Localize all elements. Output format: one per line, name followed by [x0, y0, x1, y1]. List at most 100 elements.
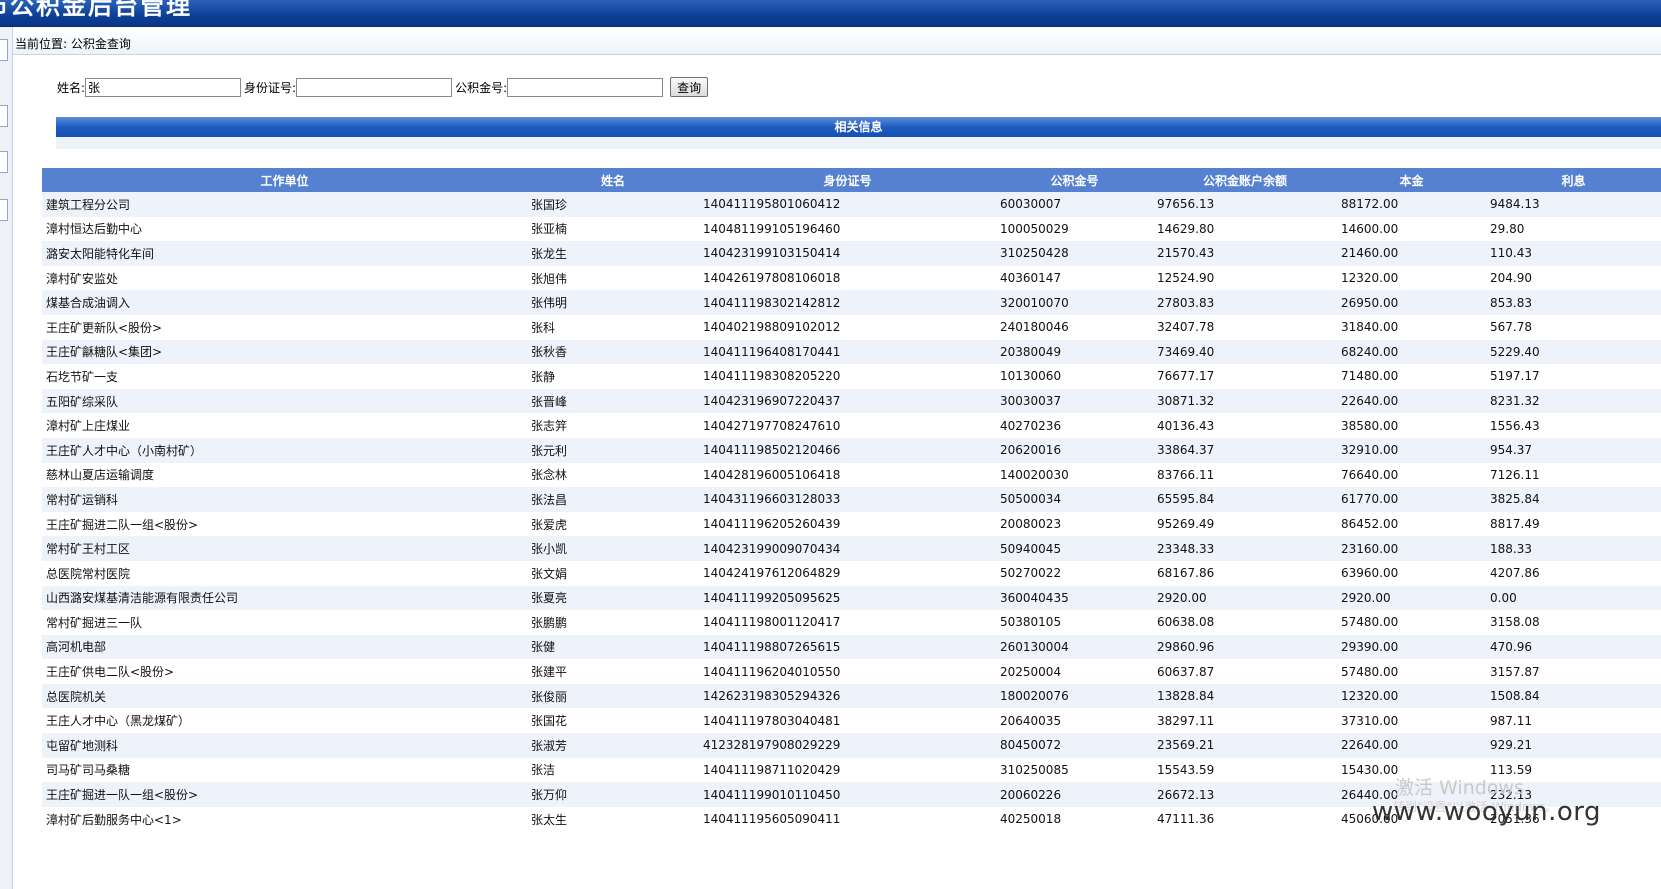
cell-fund-number: 40250018 [996, 806, 1153, 832]
cell-fund-number: 30030037 [996, 388, 1153, 414]
left-frame-tab[interactable] [0, 199, 8, 221]
cell-balance: 33864.37 [1153, 437, 1337, 463]
cell-employer: 王庄矿更新队<股份> [42, 314, 527, 340]
info-section-body [56, 137, 1661, 149]
cell-balance: 83766.11 [1153, 462, 1337, 488]
cell-employer: 王庄矿掘进二队一组<股份> [42, 511, 527, 537]
breadcrumb: 当前位置: 公积金查询 [15, 37, 131, 51]
left-frame-strip [0, 27, 13, 889]
cell-principal: 26950.00 [1337, 290, 1486, 315]
table-row: 常村矿掘进三一队 张鹏鹏 140411198001120417 50380105 606… [42, 610, 1661, 635]
cell-fund-number: 20380049 [996, 339, 1153, 365]
cell-employer: 王庄矿掘进一队一组<股份> [42, 782, 527, 807]
cell-interest: 3158.08 [1486, 610, 1661, 635]
table-row: 山西潞安煤基清洁能源有限责任公司 张夏亮 140411199205095625 360… [42, 585, 1661, 611]
cell-balance: 2920.00 [1153, 585, 1337, 611]
app-header: 市公积金后台管理 [0, 0, 1661, 27]
left-frame-tab[interactable] [0, 105, 8, 127]
cell-balance: 15543.59 [1153, 757, 1337, 783]
cell-id-number: 140411198308205220 [699, 364, 996, 389]
cell-id-number: 140402198809102012 [699, 314, 996, 340]
cell-balance: 21570.43 [1153, 241, 1337, 266]
fund-number-input[interactable] [507, 77, 664, 97]
cell-employer: 王庄人才中心（黑龙煤矿） [42, 708, 527, 734]
cell-employer: 屯留矿地测科 [42, 733, 527, 758]
cell-name: 张志笄 [527, 413, 699, 438]
cell-principal: 12320.00 [1337, 683, 1486, 709]
table-row: 王庄矿龢糖队<集团> 张秋香 140411196408170441 20380049 7… [42, 339, 1661, 365]
cell-fund-number: 310250085 [996, 757, 1153, 783]
cell-name: 张万仰 [527, 782, 699, 807]
cell-interest: 3157.87 [1486, 659, 1661, 684]
cell-interest: 188.33 [1486, 536, 1661, 561]
cell-employer: 山西潞安煤基清洁能源有限责任公司 [42, 585, 527, 611]
cell-id-number: 140424197612064829 [699, 560, 996, 586]
id-number-label: 身份证号: [244, 80, 297, 95]
cell-balance: 40136.43 [1153, 413, 1337, 438]
cell-interest: 7126.11 [1486, 462, 1661, 488]
cell-name: 张太生 [527, 806, 699, 832]
cell-interest: 954.37 [1486, 437, 1661, 463]
cell-employer: 漳村矿上庄煤业 [42, 413, 527, 438]
cell-name: 张建平 [527, 659, 699, 684]
cell-balance: 47111.36 [1153, 806, 1337, 832]
cell-employer: 高河机电部 [42, 634, 527, 660]
cell-balance: 60638.08 [1153, 610, 1337, 635]
id-number-input[interactable] [296, 77, 453, 97]
cell-fund-number: 20060226 [996, 782, 1153, 807]
cell-fund-number: 100050029 [996, 216, 1153, 242]
cell-id-number: 140411196204010550 [699, 659, 996, 684]
cell-name: 张晋峰 [527, 388, 699, 414]
cell-interest: 1556.43 [1486, 413, 1661, 438]
cell-balance: 23348.33 [1153, 536, 1337, 561]
col-header-employer: 工作单位 [42, 168, 527, 192]
table-row: 总医院常村医院 张文娟 140424197612064829 50270022 6816… [42, 560, 1661, 586]
cell-balance: 68167.86 [1153, 560, 1337, 586]
left-frame-tab[interactable] [0, 39, 8, 61]
cell-name: 张国珍 [527, 192, 699, 217]
cell-name: 张健 [527, 634, 699, 660]
table-row: 常村矿王村工区 张小凯 140423199009070434 50940045 2334… [42, 536, 1661, 561]
cell-employer: 总医院机关 [42, 683, 527, 709]
site-watermark: www.wooyun.org [1372, 797, 1602, 827]
cell-principal: 76640.00 [1337, 462, 1486, 488]
table-row: 慈林山夏店运输调度 张念林 140428196005106418 140020030 8… [42, 462, 1661, 488]
cell-name: 张静 [527, 364, 699, 389]
cell-interest: 1508.84 [1486, 683, 1661, 709]
cell-id-number: 140428196005106418 [699, 462, 996, 488]
info-section-header: 相关信息 [56, 117, 1661, 137]
cell-name: 张国花 [527, 708, 699, 734]
cell-principal: 63960.00 [1337, 560, 1486, 586]
left-frame-tab[interactable] [0, 151, 8, 173]
table-row: 王庄人才中心（黑龙煤矿） 张国花 140411197803040481 2064003… [42, 708, 1661, 734]
cell-name: 张小凯 [527, 536, 699, 561]
cell-fund-number: 40360147 [996, 265, 1153, 291]
cell-fund-number: 80450072 [996, 733, 1153, 758]
table-row: 潞安太阳能特化车间 张龙生 140423199103150414 310250428 2… [42, 241, 1661, 266]
cell-id-number: 140431196603128033 [699, 487, 996, 512]
name-input[interactable] [85, 77, 242, 97]
cell-employer: 五阳矿综采队 [42, 388, 527, 414]
cell-interest: 8231.32 [1486, 388, 1661, 414]
table-row: 石圪节矿一支 张静 140411198308205220 10130060 76677.… [42, 364, 1661, 389]
cell-interest: 853.83 [1486, 290, 1661, 315]
app-title: 市公积金后台管理 [0, 0, 192, 20]
cell-interest: 5197.17 [1486, 364, 1661, 389]
cell-employer: 司马矿司马桑糖 [42, 757, 527, 783]
col-header-name: 姓名 [527, 168, 699, 192]
cell-employer: 漳村恒达后勤中心 [42, 216, 527, 242]
cell-employer: 慈林山夏店运输调度 [42, 462, 527, 488]
cell-interest: 204.90 [1486, 265, 1661, 291]
cell-fund-number: 40270236 [996, 413, 1153, 438]
cell-employer: 漳村矿安监处 [42, 265, 527, 291]
cell-id-number: 140423199009070434 [699, 536, 996, 561]
query-button[interactable]: 查询 [670, 77, 709, 97]
cell-fund-number: 320010070 [996, 290, 1153, 315]
col-header-id-number: 身份证号 [699, 168, 996, 192]
cell-employer: 煤基合成油调入 [42, 290, 527, 315]
cell-fund-number: 260130004 [996, 634, 1153, 660]
table-body: 建筑工程分公司 张国珍 140411195801060412 60030007 9765… [42, 192, 1661, 832]
cell-balance: 23569.21 [1153, 733, 1337, 758]
cell-name: 张伟明 [527, 290, 699, 315]
cell-balance: 30871.32 [1153, 388, 1337, 414]
